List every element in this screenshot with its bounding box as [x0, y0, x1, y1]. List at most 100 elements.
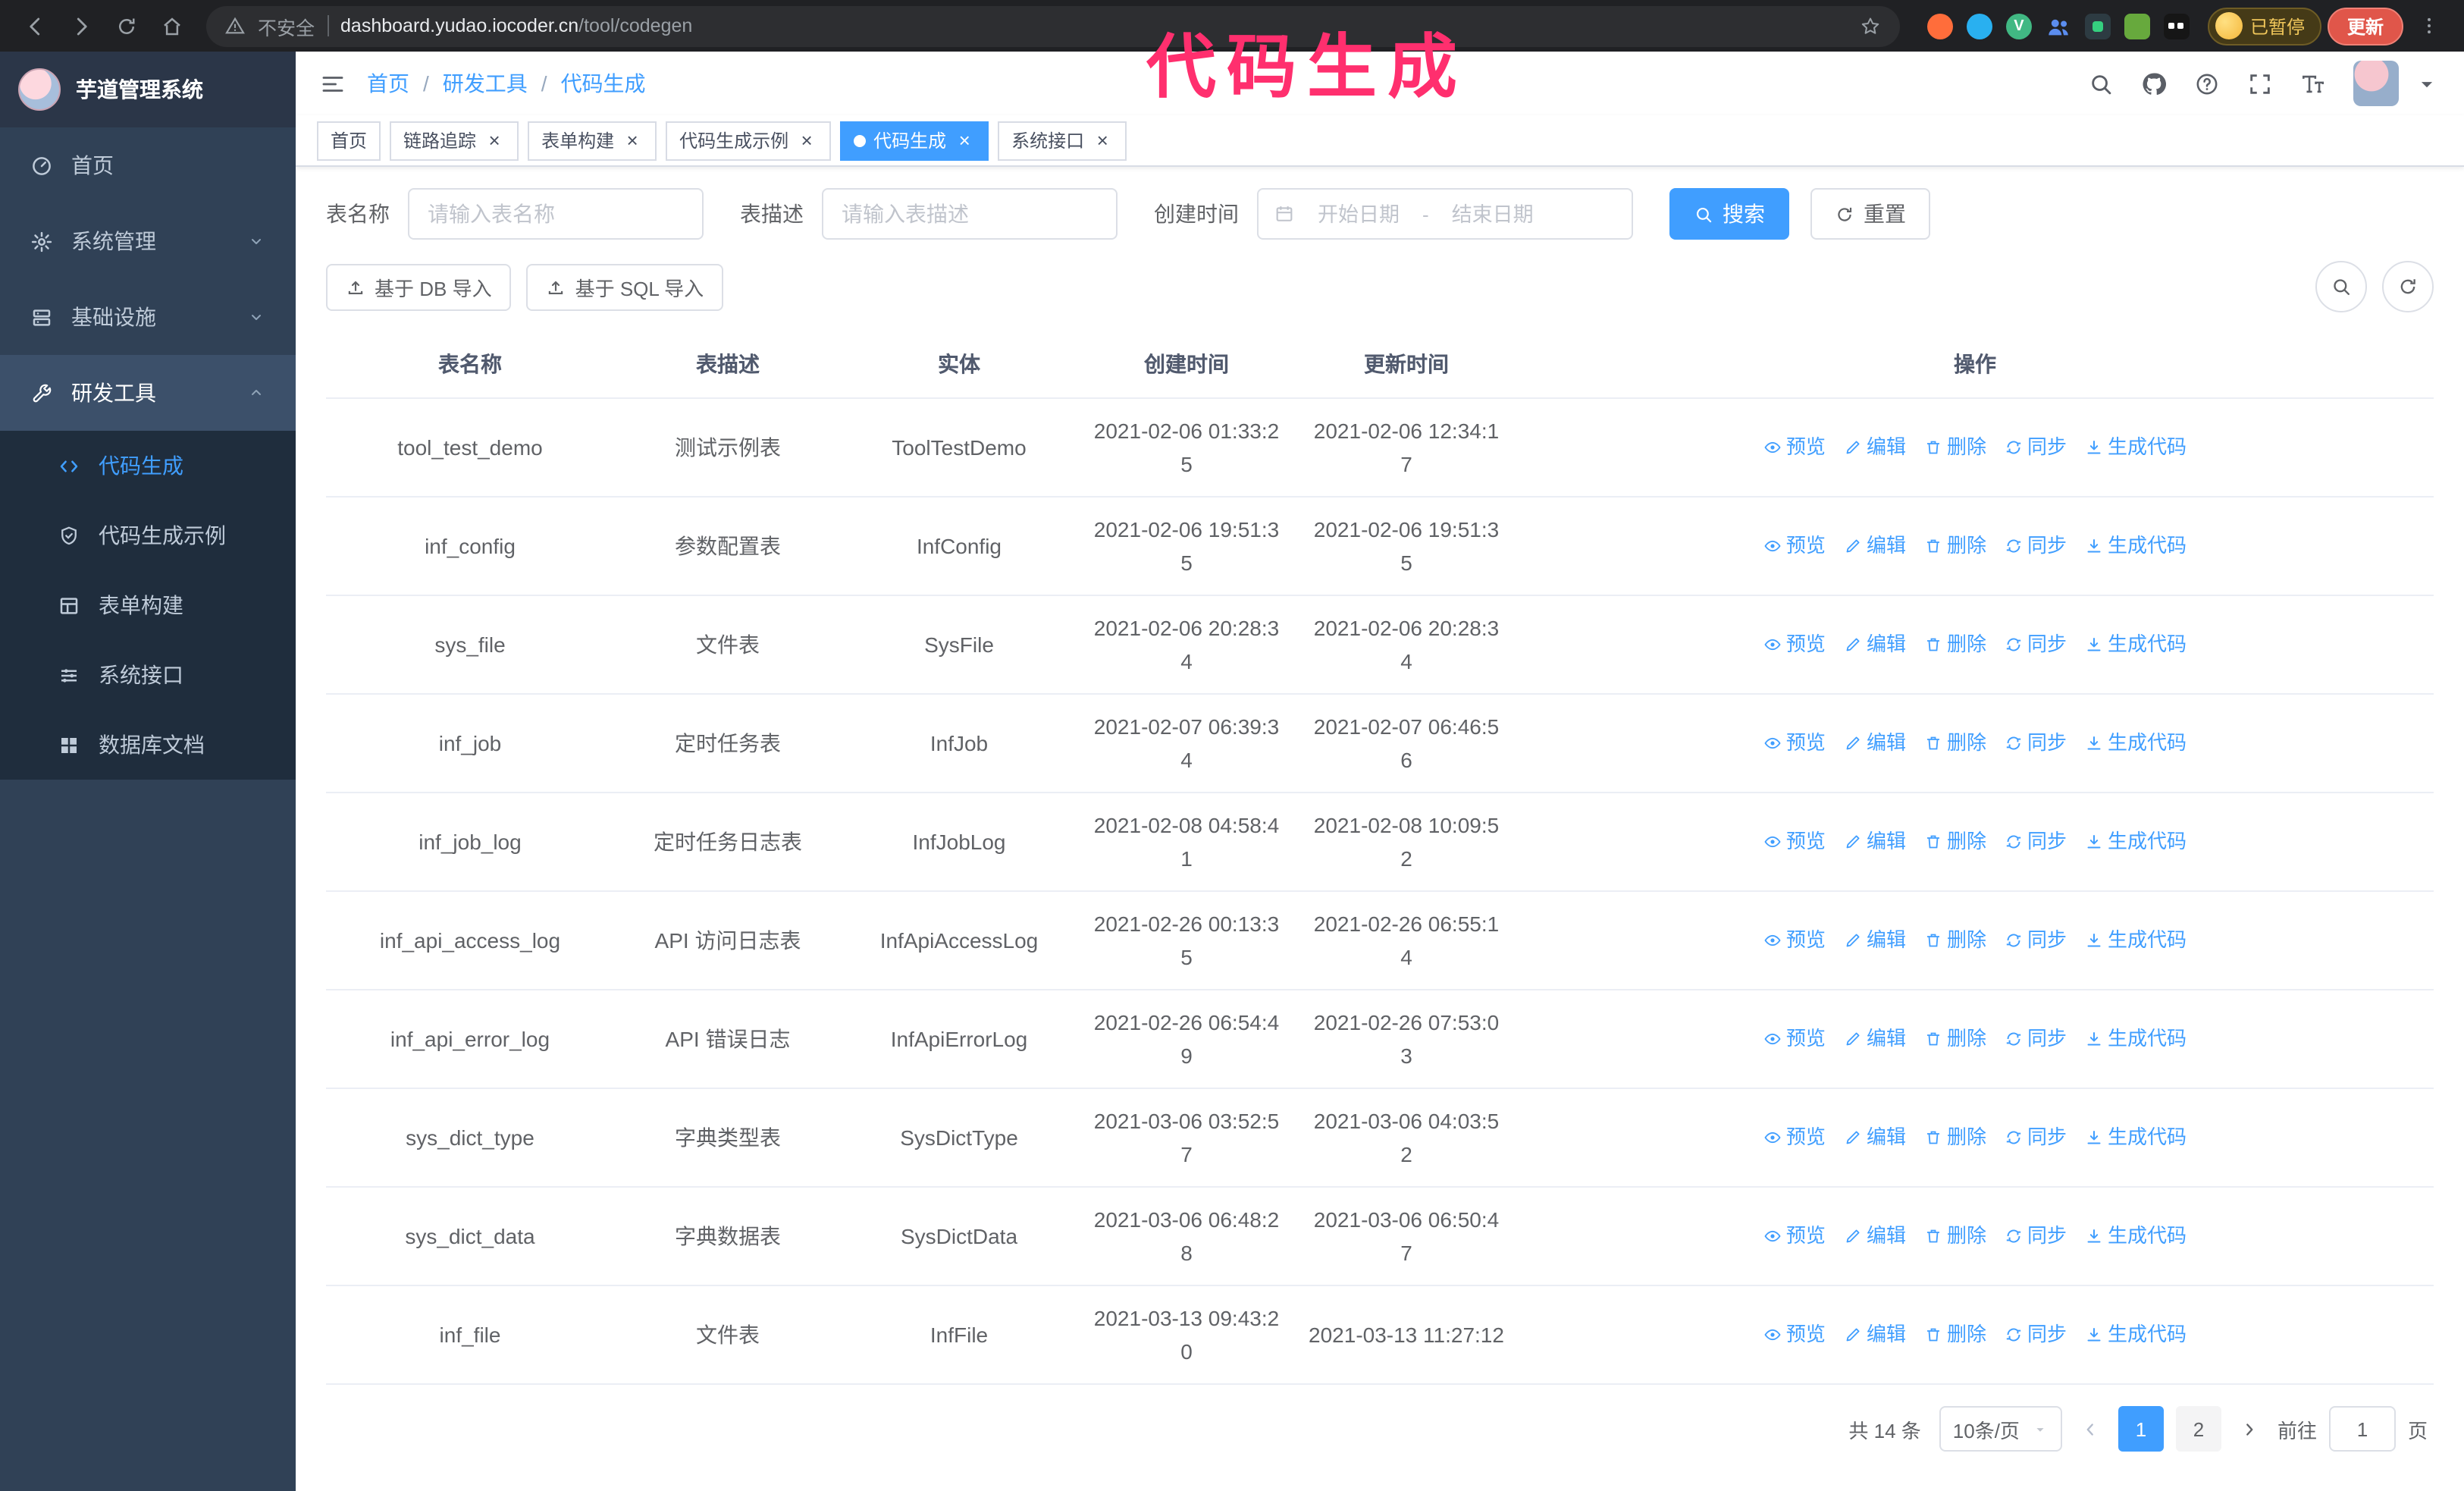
action-sync-link[interactable]: 同步 — [2005, 923, 2067, 956]
bookmark-star-icon[interactable] — [1859, 14, 1882, 37]
reset-button[interactable]: 重置 — [1810, 188, 1930, 240]
sidebar-item-devtools[interactable]: 研发工具 — [0, 355, 296, 431]
action-edit-link[interactable]: 编辑 — [1844, 726, 1906, 759]
sidebar-item-system[interactable]: 系统管理 — [0, 203, 296, 279]
action-generate-link[interactable]: 生成代码 — [2085, 824, 2187, 858]
tab-home[interactable]: 首页 — [317, 121, 381, 160]
action-preview-link[interactable]: 预览 — [1763, 1120, 1826, 1154]
sidebar-subitem-form-builder[interactable]: 表单构建 — [0, 570, 296, 640]
breadcrumb-item[interactable]: 代码生成 — [561, 68, 646, 99]
caret-down-icon[interactable] — [2414, 71, 2440, 96]
tab-tracer[interactable]: 链路追踪 × — [390, 121, 519, 160]
action-delete-link[interactable]: 删除 — [1924, 923, 1986, 956]
browser-back-icon[interactable] — [15, 6, 55, 46]
action-generate-link[interactable]: 生成代码 — [2085, 923, 2187, 956]
tab-form-builder[interactable]: 表单构建 × — [528, 121, 657, 160]
action-delete-link[interactable]: 删除 — [1924, 627, 1986, 661]
action-sync-link[interactable]: 同步 — [2005, 1022, 2067, 1055]
user-avatar[interactable] — [2353, 61, 2399, 106]
action-edit-link[interactable]: 编辑 — [1844, 923, 1906, 956]
close-icon[interactable]: × — [954, 130, 975, 150]
action-edit-link[interactable]: 编辑 — [1844, 627, 1906, 661]
action-generate-link[interactable]: 生成代码 — [2085, 1120, 2187, 1154]
import-db-button[interactable]: 基于 DB 导入 — [326, 263, 512, 310]
extension-icon-dark[interactable] — [2084, 13, 2111, 39]
breadcrumb-item[interactable]: 首页 — [367, 68, 409, 99]
action-edit-link[interactable]: 编辑 — [1844, 529, 1906, 562]
action-preview-link[interactable]: 预览 — [1763, 529, 1826, 562]
action-sync-link[interactable]: 同步 — [2005, 726, 2067, 759]
sidebar-subitem-db-doc[interactable]: 数据库文档 — [0, 710, 296, 780]
browser-forward-icon[interactable] — [61, 6, 100, 46]
action-generate-link[interactable]: 生成代码 — [2085, 1022, 2187, 1055]
start-date-input[interactable] — [1304, 202, 1413, 225]
action-generate-link[interactable]: 生成代码 — [2085, 627, 2187, 661]
sidebar-subitem-codegen-demo[interactable]: 代码生成示例 — [0, 501, 296, 570]
action-preview-link[interactable]: 预览 — [1763, 627, 1826, 661]
action-preview-link[interactable]: 预览 — [1763, 824, 1826, 858]
action-preview-link[interactable]: 预览 — [1763, 1022, 1826, 1055]
close-icon[interactable]: × — [484, 130, 505, 150]
sidebar-item-infra[interactable]: 基础设施 — [0, 279, 296, 355]
import-sql-button[interactable]: 基于 SQL 导入 — [526, 263, 724, 310]
next-page-button[interactable] — [2240, 1419, 2259, 1439]
action-generate-link[interactable]: 生成代码 — [2085, 430, 2187, 463]
toggle-search-button[interactable] — [2315, 261, 2367, 312]
action-delete-link[interactable]: 删除 — [1924, 1317, 1986, 1351]
action-preview-link[interactable]: 预览 — [1763, 430, 1826, 463]
browser-home-icon[interactable] — [152, 6, 191, 46]
browser-reload-icon[interactable] — [106, 6, 146, 46]
search-button[interactable]: 搜索 — [1669, 188, 1789, 240]
action-delete-link[interactable]: 删除 — [1924, 1120, 1986, 1154]
action-sync-link[interactable]: 同步 — [2005, 627, 2067, 661]
search-icon[interactable] — [2088, 71, 2114, 96]
action-generate-link[interactable]: 生成代码 — [2085, 1317, 2187, 1351]
action-edit-link[interactable]: 编辑 — [1844, 1022, 1906, 1055]
table-name-input[interactable] — [408, 188, 704, 240]
breadcrumb-item[interactable]: 研发工具 — [443, 68, 528, 99]
action-sync-link[interactable]: 同步 — [2005, 430, 2067, 463]
action-delete-link[interactable]: 删除 — [1924, 726, 1986, 759]
extension-icon-green[interactable] — [2124, 13, 2150, 39]
close-icon[interactable]: × — [796, 130, 817, 150]
action-generate-link[interactable]: 生成代码 — [2085, 726, 2187, 759]
action-sync-link[interactable]: 同步 — [2005, 529, 2067, 562]
page-button-1[interactable]: 1 — [2118, 1406, 2164, 1452]
table-desc-input[interactable] — [822, 188, 1118, 240]
action-delete-link[interactable]: 删除 — [1924, 430, 1986, 463]
action-edit-link[interactable]: 编辑 — [1844, 1219, 1906, 1252]
action-sync-link[interactable]: 同步 — [2005, 1219, 2067, 1252]
chrome-update-button[interactable]: 更新 — [2327, 7, 2403, 45]
sidebar-subitem-codegen[interactable]: 代码生成 — [0, 431, 296, 501]
goto-page-input[interactable] — [2328, 1406, 2396, 1452]
font-size-icon[interactable] — [2300, 71, 2326, 96]
sidebar-subitem-system-api[interactable]: 系统接口 — [0, 640, 296, 710]
sidebar-item-home[interactable]: 首页 — [0, 127, 296, 203]
action-edit-link[interactable]: 编辑 — [1844, 1317, 1906, 1351]
fullscreen-icon[interactable] — [2247, 71, 2273, 96]
prev-page-button[interactable] — [2080, 1419, 2100, 1439]
end-date-input[interactable] — [1437, 202, 1547, 225]
extension-icon-users[interactable] — [2045, 13, 2071, 39]
action-edit-link[interactable]: 编辑 — [1844, 430, 1906, 463]
action-preview-link[interactable]: 预览 — [1763, 1317, 1826, 1351]
action-preview-link[interactable]: 预览 — [1763, 923, 1826, 956]
action-preview-link[interactable]: 预览 — [1763, 1219, 1826, 1252]
action-edit-link[interactable]: 编辑 — [1844, 824, 1906, 858]
page-size-select[interactable]: 10条/页 — [1939, 1406, 2062, 1452]
collapse-sidebar-icon[interactable] — [320, 71, 346, 96]
help-icon[interactable] — [2194, 71, 2220, 96]
close-icon[interactable]: × — [622, 130, 643, 150]
action-generate-link[interactable]: 生成代码 — [2085, 1219, 2187, 1252]
action-sync-link[interactable]: 同步 — [2005, 824, 2067, 858]
action-sync-link[interactable]: 同步 — [2005, 1120, 2067, 1154]
action-edit-link[interactable]: 编辑 — [1844, 1120, 1906, 1154]
profile-paused-badge[interactable]: 已暂停 — [2207, 7, 2321, 45]
tab-codegen-demo[interactable]: 代码生成示例 × — [666, 121, 832, 160]
action-preview-link[interactable]: 预览 — [1763, 726, 1826, 759]
chrome-menu-icon[interactable] — [2409, 6, 2449, 46]
action-generate-link[interactable]: 生成代码 — [2085, 529, 2187, 562]
page-button-2[interactable]: 2 — [2175, 1406, 2221, 1452]
action-delete-link[interactable]: 删除 — [1924, 1022, 1986, 1055]
close-icon[interactable]: × — [1092, 130, 1113, 150]
